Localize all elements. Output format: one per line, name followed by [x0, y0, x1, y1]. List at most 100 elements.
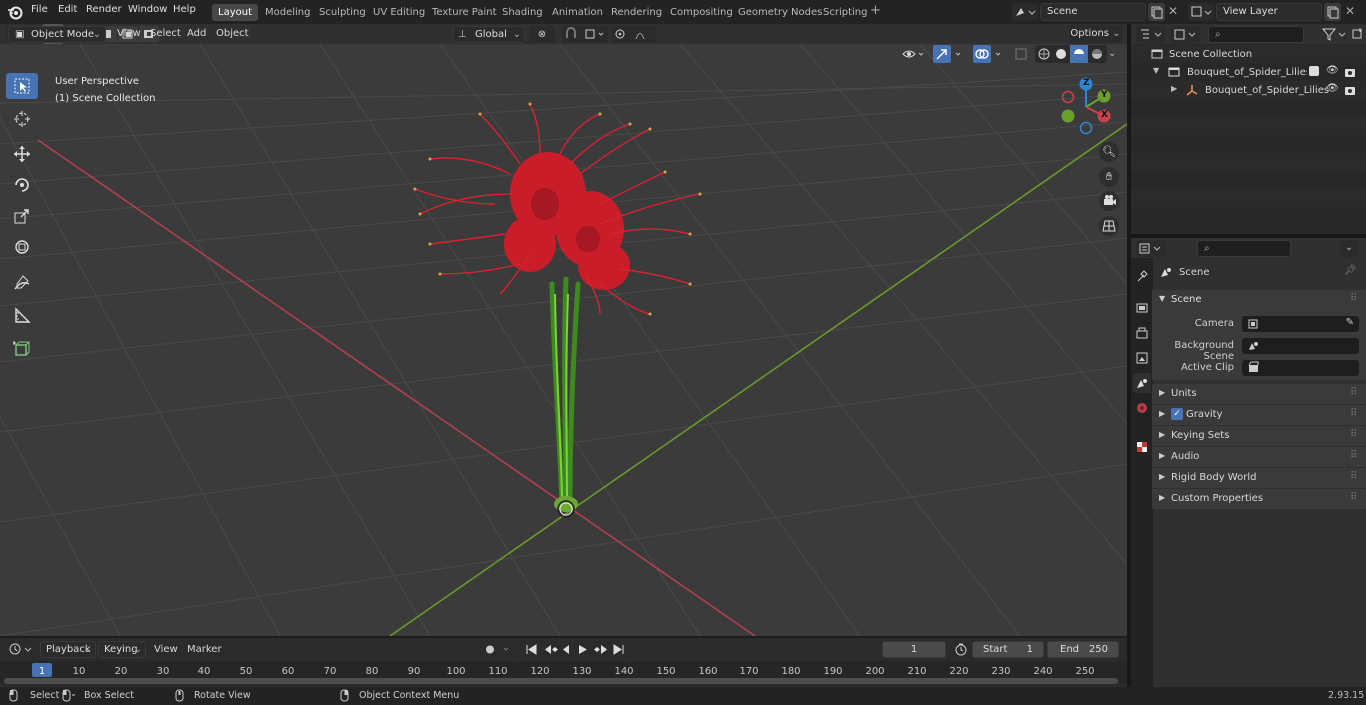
navigation-gizmo[interactable]: Z Y X	[1055, 76, 1117, 138]
expand-arrow-icon[interactable]: ▼	[1153, 66, 1159, 75]
drag-handle-icon[interactable]: ⠿	[1350, 408, 1357, 419]
drag-handle-icon[interactable]: ⠿	[1350, 293, 1357, 304]
3d-viewport[interactable]: User Perspective (1) Scene Collection Z …	[0, 44, 1127, 636]
pan-hand-icon[interactable]: ✋︎	[1099, 167, 1119, 187]
view-layer-tab-icon[interactable]	[1133, 348, 1151, 368]
scene-tab-icon[interactable]	[1133, 373, 1151, 393]
panel-audio[interactable]: ▶ Audio ⠿	[1152, 447, 1366, 467]
panel-units[interactable]: ▶ Units ⠿	[1152, 384, 1366, 404]
perspective-toggle-icon[interactable]	[1099, 216, 1119, 236]
view-layer-field[interactable]: View Layer	[1216, 3, 1322, 21]
scale-tool-icon[interactable]	[6, 203, 38, 229]
drag-handle-icon[interactable]: ⠿	[1350, 387, 1357, 398]
menu-window[interactable]: Window	[128, 4, 167, 15]
start-frame-field[interactable]: Start 1	[972, 641, 1044, 658]
panel-keying-sets[interactable]: ▶ Keying Sets ⠿	[1152, 426, 1366, 446]
rotate-tool-icon[interactable]	[6, 172, 38, 198]
tab-shading[interactable]: Shading	[496, 4, 549, 21]
gravity-checkbox[interactable]: ✓	[1171, 408, 1183, 420]
panel-custom-properties[interactable]: ▶ Custom Properties ⠿	[1152, 489, 1366, 509]
stopwatch-icon[interactable]	[953, 641, 969, 658]
menu-view[interactable]: View	[117, 28, 141, 39]
gizmo-toggle-icon[interactable]	[932, 45, 966, 63]
exclude-checkbox[interactable]	[1309, 66, 1319, 76]
record-icon[interactable]	[480, 641, 516, 658]
transform-orientation-dropdown[interactable]: ⊥ Global ⌄	[453, 26, 525, 43]
tool-tab-icon[interactable]	[1133, 266, 1151, 286]
tab-layout[interactable]: Layout	[212, 4, 258, 21]
menu-edit[interactable]: Edit	[58, 4, 77, 15]
outliner-editor-type-icon[interactable]	[1136, 26, 1166, 43]
shading-options-chevron-icon[interactable]: ⌄	[1108, 48, 1116, 59]
render-camera-icon[interactable]	[1344, 84, 1356, 99]
expand-arrow-icon[interactable]: ▶	[1171, 84, 1177, 93]
tab-compositing[interactable]: Compositing	[664, 4, 739, 21]
options-dropdown[interactable]: Options ⌄	[1069, 25, 1122, 43]
select-box-tool-icon[interactable]	[6, 73, 38, 99]
menu-file[interactable]: File	[31, 4, 48, 15]
eye-icon[interactable]: 👁︎	[1326, 65, 1339, 76]
menu-add[interactable]: Add	[187, 28, 206, 39]
keying-dropdown[interactable]: Keying ⌄	[98, 641, 146, 658]
camera-field[interactable]: ✎	[1242, 316, 1359, 332]
pivot-point-icon[interactable]: ⊗	[529, 26, 555, 43]
outliner-row-scene-collection[interactable]: Scene Collection	[1131, 45, 1366, 63]
add-cube-tool-icon[interactable]	[6, 335, 38, 361]
scene-name-field[interactable]: Scene	[1040, 3, 1146, 21]
playback-controls[interactable]	[521, 641, 629, 658]
pin-icon[interactable]: 📌︎	[1344, 265, 1357, 276]
add-workspace-icon[interactable]: +	[870, 3, 881, 18]
tab-modeling[interactable]: Modeling	[259, 4, 317, 21]
camera-view-icon[interactable]	[1099, 191, 1119, 211]
menu-help[interactable]: Help	[173, 4, 196, 15]
menu-object[interactable]: Object	[216, 28, 249, 39]
delete-scene-icon[interactable]: ✕	[1168, 4, 1178, 18]
drag-handle-icon[interactable]: ⠿	[1350, 492, 1357, 503]
tab-uv-editing[interactable]: UV Editing	[367, 4, 431, 21]
scene-panel-header[interactable]: ▼ Scene ⠿	[1152, 290, 1366, 310]
blender-logo-icon[interactable]	[7, 4, 23, 20]
eye-icon[interactable]: 👁︎	[1326, 83, 1339, 94]
timeline-marker-menu[interactable]: Marker	[187, 644, 222, 655]
properties-editor-type-icon[interactable]	[1136, 240, 1166, 257]
active-clip-field[interactable]	[1242, 360, 1359, 376]
measure-tool-icon[interactable]	[6, 302, 38, 328]
scene-selector-icon[interactable]	[1012, 3, 1038, 21]
tab-texture-paint[interactable]: Texture Paint	[426, 4, 503, 21]
drag-handle-icon[interactable]: ⠿	[1350, 429, 1357, 440]
new-scene-icon[interactable]	[1148, 3, 1165, 21]
timeline-scrollbar[interactable]	[4, 678, 1118, 684]
world-tab-icon[interactable]	[1133, 398, 1151, 418]
menu-render[interactable]: Render	[86, 4, 122, 15]
proportional-editing-icon[interactable]	[612, 26, 656, 43]
timeline-editor-type-icon[interactable]	[6, 641, 36, 658]
new-collection-icon[interactable]	[1352, 26, 1364, 43]
view-layer-selector-icon[interactable]	[1188, 3, 1214, 21]
object-mode-dropdown[interactable]: ▣ Object Mode ⌄	[8, 26, 106, 43]
shading-mode-buttons[interactable]	[1035, 45, 1107, 63]
transform-tool-icon[interactable]	[6, 234, 38, 260]
snapping-icon[interactable]	[562, 26, 608, 43]
xray-toggle-icon[interactable]	[1014, 45, 1028, 63]
delete-view-layer-icon[interactable]: ✕	[1345, 4, 1355, 18]
output-tab-icon[interactable]	[1133, 323, 1151, 343]
annotate-tool-icon[interactable]	[6, 270, 38, 296]
outliner-row-collection[interactable]: ▼ Bouquet_of_Spider_Lilies_in_( 👁︎	[1131, 63, 1366, 81]
outliner-search-input[interactable]: ⌕	[1208, 26, 1304, 43]
timeline-view-menu[interactable]: View	[154, 644, 178, 655]
spider-lily-bouquet[interactable]	[0, 44, 1127, 636]
zoom-icon[interactable]: 🔍︎	[1099, 142, 1119, 162]
panel-rigid-body-world[interactable]: ▶ Rigid Body World ⠿	[1152, 468, 1366, 488]
texture-tab-icon[interactable]	[1133, 437, 1151, 457]
tab-animation[interactable]: Animation	[546, 4, 609, 21]
tab-geometry-nodes[interactable]: Geometry Nodes	[732, 4, 828, 21]
end-frame-field[interactable]: End 250	[1047, 641, 1119, 658]
cursor-tool-icon[interactable]	[6, 106, 38, 132]
filter-icon[interactable]	[1319, 26, 1349, 43]
current-frame-field[interactable]: 1	[882, 641, 946, 658]
overlays-toggle-icon[interactable]	[972, 45, 1006, 63]
playback-dropdown[interactable]: Playback ⌄	[40, 641, 96, 658]
render-camera-icon[interactable]	[1344, 66, 1356, 81]
properties-search-input[interactable]: ⌕	[1197, 240, 1291, 257]
tab-scripting[interactable]: Scripting	[817, 4, 873, 21]
